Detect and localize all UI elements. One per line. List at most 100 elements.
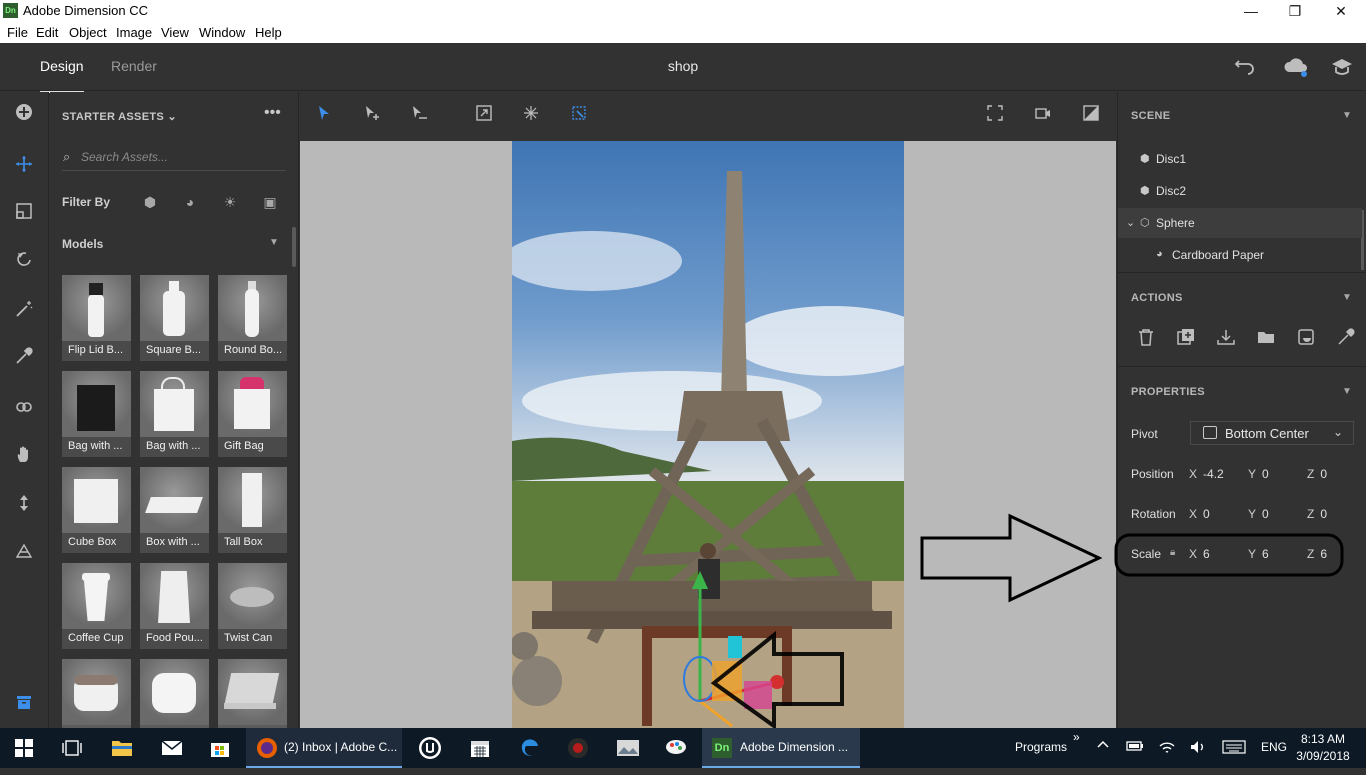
keyboard-icon[interactable] bbox=[1222, 739, 1246, 758]
menu-window[interactable]: Window bbox=[199, 25, 245, 40]
models-filter-icon[interactable]: ⬢ bbox=[141, 193, 159, 211]
app-photo-icon[interactable] bbox=[604, 728, 652, 768]
chevron-down-icon[interactable]: ▼ bbox=[1342, 292, 1352, 303]
file-explorer-icon[interactable] bbox=[98, 728, 146, 768]
import-icon[interactable] bbox=[1215, 328, 1237, 350]
asset-tile[interactable]: Round Bo... bbox=[218, 275, 287, 361]
position-y-field[interactable]: Y0 bbox=[1248, 467, 1269, 481]
mail-icon[interactable] bbox=[148, 728, 196, 768]
more-options-icon[interactable]: ••• bbox=[264, 104, 281, 122]
asset-tile[interactable]: Gift Bag bbox=[218, 371, 287, 457]
wifi-icon[interactable] bbox=[1158, 739, 1176, 758]
chevron-down-icon[interactable]: ▼ bbox=[269, 237, 279, 248]
lights-filter-icon[interactable]: ☀ bbox=[221, 193, 239, 211]
edge-icon[interactable] bbox=[506, 728, 554, 768]
chevron-down-icon[interactable]: ▼ bbox=[1342, 110, 1352, 121]
images-filter-icon[interactable]: ▣ bbox=[261, 193, 279, 211]
materials-filter-icon[interactable]: ◕ bbox=[181, 193, 199, 211]
menu-edit[interactable]: Edit bbox=[36, 25, 58, 40]
minimize-button[interactable]: — bbox=[1228, 0, 1274, 22]
dolly-icon[interactable] bbox=[12, 493, 36, 517]
assets-scrollbar[interactable] bbox=[292, 227, 296, 267]
scene-item-disc1[interactable]: ⬢ Disc1 bbox=[1118, 144, 1362, 174]
asset-tile[interactable]: Square B... bbox=[140, 275, 209, 361]
asset-tile[interactable]: Twist Can bbox=[218, 563, 287, 649]
undo-icon[interactable] bbox=[1233, 55, 1257, 79]
show-hidden-icons-icon[interactable] bbox=[1096, 738, 1110, 755]
camera-view-icon[interactable] bbox=[1031, 104, 1055, 128]
menu-view[interactable]: View bbox=[161, 25, 189, 40]
assets-header[interactable]: STARTER ASSETS ⌄ bbox=[62, 110, 177, 123]
select-icon[interactable] bbox=[12, 154, 36, 178]
menu-help[interactable]: Help bbox=[255, 25, 282, 40]
sample-icon[interactable] bbox=[12, 397, 36, 421]
transform-box-icon[interactable] bbox=[567, 104, 591, 128]
fit-icon[interactable] bbox=[472, 104, 496, 128]
position-x-field[interactable]: X -4.2 bbox=[1189, 467, 1224, 481]
menu-image[interactable]: Image bbox=[116, 25, 152, 40]
clock[interactable]: 8:13 AM 3/09/2018 bbox=[1292, 731, 1354, 765]
asset-tile[interactable]: Flip Lid B... bbox=[62, 275, 131, 361]
paint-icon[interactable] bbox=[652, 728, 700, 768]
asset-tile[interactable]: Cube Box bbox=[62, 467, 131, 553]
task-view-icon[interactable] bbox=[48, 728, 96, 768]
add-icon[interactable] bbox=[12, 102, 36, 126]
taskbar-firefox[interactable]: (2) Inbox | Adobe C... bbox=[246, 728, 402, 768]
fullscreen-icon[interactable] bbox=[983, 104, 1007, 128]
chevron-down-icon[interactable]: ⌄ bbox=[1126, 216, 1135, 229]
delete-icon[interactable] bbox=[1135, 328, 1157, 350]
magic-select-icon[interactable] bbox=[360, 104, 384, 128]
asset-tile[interactable] bbox=[62, 659, 131, 728]
rotation-z-field[interactable]: Z0 bbox=[1307, 507, 1327, 521]
scene-item-sphere[interactable]: ⌄ ⬡ Sphere bbox=[1118, 208, 1362, 238]
asset-tile[interactable] bbox=[218, 659, 287, 728]
group-icon[interactable] bbox=[1255, 328, 1277, 350]
asset-tile[interactable]: Bag with ... bbox=[62, 371, 131, 457]
start-icon[interactable] bbox=[0, 728, 48, 768]
eyedropper-icon[interactable] bbox=[12, 346, 36, 370]
viewport-canvas[interactable] bbox=[300, 141, 1116, 728]
rotation-x-field[interactable]: X0 bbox=[1189, 507, 1210, 521]
ground-select-icon[interactable] bbox=[407, 104, 431, 128]
battery-icon[interactable] bbox=[1126, 739, 1144, 756]
calendar-icon[interactable] bbox=[456, 728, 504, 768]
restore-button[interactable]: ❐ bbox=[1272, 0, 1318, 22]
pivot-dropdown[interactable]: Bottom Center ⌄ bbox=[1190, 421, 1354, 445]
app-red-icon[interactable] bbox=[554, 728, 602, 768]
position-z-field[interactable]: Z0 bbox=[1307, 467, 1327, 481]
snap-icon[interactable] bbox=[519, 104, 543, 128]
asset-tile[interactable]: Coffee Cup bbox=[62, 563, 131, 649]
programs-toolbar[interactable]: Programs bbox=[1015, 740, 1067, 754]
close-button[interactable]: ✕ bbox=[1318, 0, 1364, 22]
chevron-down-icon[interactable]: ▼ bbox=[1342, 386, 1352, 397]
pan-icon[interactable] bbox=[12, 444, 36, 468]
scene-item-cardboard-paper[interactable]: ◕ Cardboard Paper bbox=[1118, 240, 1362, 270]
taskbar-adobe-dimension[interactable]: Dn Adobe Dimension ... bbox=[702, 728, 860, 768]
orbit-icon[interactable] bbox=[12, 249, 36, 273]
camera-bookmark-icon[interactable] bbox=[12, 541, 36, 565]
duplicate-icon[interactable] bbox=[1175, 328, 1197, 350]
hide-icon[interactable] bbox=[1295, 328, 1317, 350]
library-icon[interactable] bbox=[12, 692, 36, 716]
asset-tile[interactable]: Tall Box bbox=[218, 467, 287, 553]
search-input[interactable]: ⌕ Search Assets... bbox=[62, 147, 286, 171]
menu-file[interactable]: File bbox=[7, 25, 28, 40]
cloud-icon[interactable] bbox=[1283, 55, 1307, 79]
menu-object[interactable]: Object bbox=[69, 25, 107, 40]
store-icon[interactable] bbox=[196, 728, 244, 768]
select-tool-icon[interactable] bbox=[312, 104, 336, 128]
magic-wand-icon[interactable] bbox=[12, 299, 36, 323]
frame-icon[interactable] bbox=[12, 201, 36, 225]
asset-tile[interactable]: Box with ... bbox=[140, 467, 209, 553]
asset-tile[interactable]: Food Pou... bbox=[140, 563, 209, 649]
rotation-y-field[interactable]: Y0 bbox=[1248, 507, 1269, 521]
volume-icon[interactable] bbox=[1189, 739, 1207, 758]
programs-expand-icon[interactable]: » bbox=[1073, 730, 1080, 744]
eyedropper-action-icon[interactable] bbox=[1335, 328, 1357, 350]
quality-icon[interactable] bbox=[1079, 104, 1103, 128]
asset-tile[interactable]: Bag with ... bbox=[140, 371, 209, 457]
scene-item-disc2[interactable]: ⬢ Disc2 bbox=[1118, 176, 1362, 206]
unreal-icon[interactable] bbox=[406, 728, 454, 768]
learn-icon[interactable] bbox=[1330, 55, 1354, 79]
language-indicator[interactable]: ENG bbox=[1261, 740, 1287, 754]
